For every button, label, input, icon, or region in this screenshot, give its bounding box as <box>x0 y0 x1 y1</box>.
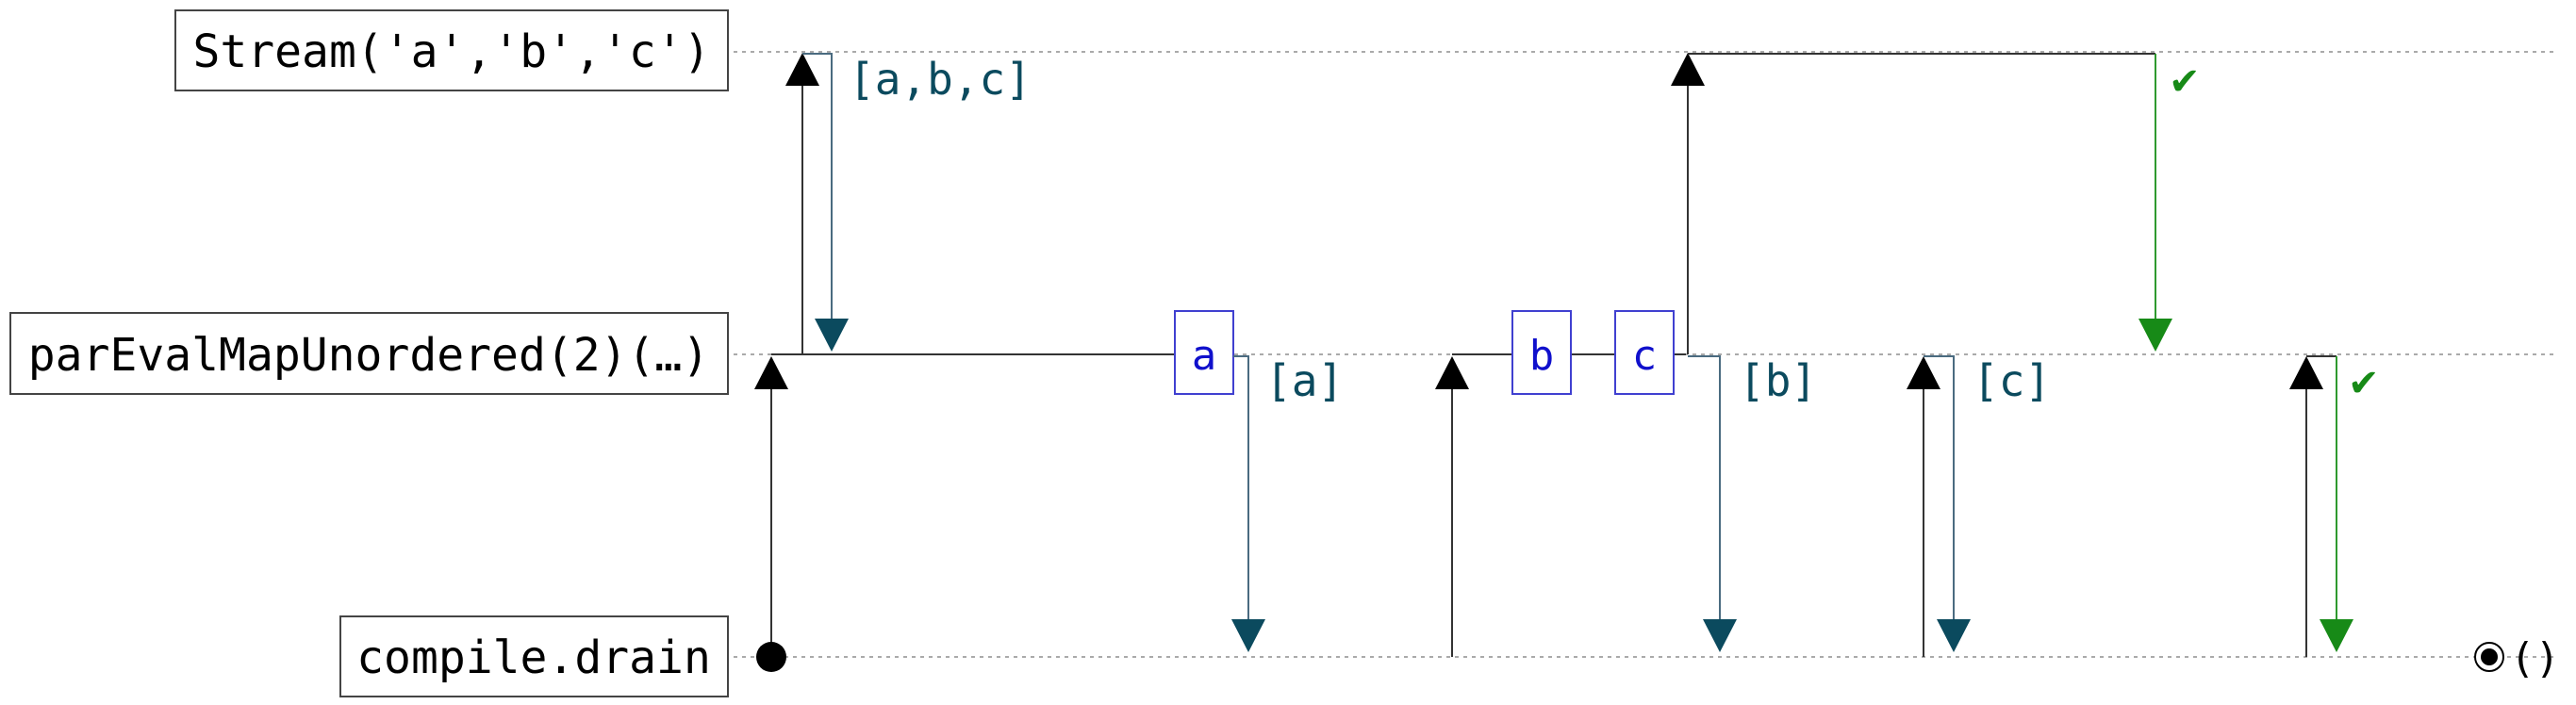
emit-arrow-head <box>1937 619 1971 652</box>
pull-arrow-head <box>785 53 819 86</box>
pull-drain-to-pareval-2 <box>1435 356 1469 657</box>
pull-pareval-to-stream-1 <box>785 53 819 354</box>
drain-result-label: () <box>2510 634 2560 682</box>
element-c: c <box>1614 310 1675 395</box>
emit-arrow-head <box>1231 619 1265 652</box>
lane-drain-label: compile.drain <box>356 631 711 684</box>
done-mark-pareval: ✔ <box>2348 362 2380 405</box>
emit-pareval-chunk-a: [a] <box>1231 355 1344 652</box>
chunk-label-c: [c] <box>1973 355 2051 406</box>
pull-arrow-head <box>754 356 788 389</box>
element-b-label: b <box>1529 332 1555 380</box>
pull-arrow-head <box>2289 356 2323 389</box>
pull-arrow-head <box>1907 356 1940 389</box>
done-pareval-to-drain: ✔ <box>2306 355 2380 652</box>
chunk-label-abc: [a,b,c] <box>849 54 1032 105</box>
chunk-label-a: [a] <box>1265 355 1344 406</box>
emit-arrow-line <box>1924 355 1955 626</box>
element-a-label: a <box>1192 332 1217 380</box>
pull-drain-to-pareval-3 <box>1907 356 1940 657</box>
emit-arrow-head <box>1703 619 1737 652</box>
pull-arrow-head <box>1435 356 1469 389</box>
stream-sequence-diagram: Stream('a','b','c') parEvalMapUnordered(… <box>9 9 2560 697</box>
element-b: b <box>1511 310 1572 395</box>
pull-drain-to-pareval-1 <box>754 356 788 657</box>
chunk-label-b: [b] <box>1739 355 1817 406</box>
done-arrow-head <box>2138 319 2172 352</box>
emit-stream-chunk-abc: [a,b,c] <box>802 53 1032 352</box>
element-c-label: c <box>1632 332 1658 380</box>
emit-pareval-chunk-b: [b] <box>1688 355 1817 652</box>
done-stream-to-pareval: ✔ <box>1688 53 2201 352</box>
drain-end-marker <box>2474 642 2504 672</box>
drain-start-dot <box>756 642 786 672</box>
element-a: a <box>1174 310 1234 395</box>
lane-stream-label: Stream('a','b','c') <box>192 25 710 78</box>
pull-pareval-to-stream-2 <box>1671 53 1705 354</box>
pull-drain-to-pareval-4 <box>2289 356 2323 657</box>
lane-pareval-label: parEvalMapUnordered(2)(…) <box>28 329 709 382</box>
lane-stream: Stream('a','b','c') <box>174 9 729 91</box>
lane-pareval: parEvalMapUnordered(2)(…) <box>9 312 729 395</box>
emit-arrow-line <box>1688 355 1721 626</box>
done-arrow-head <box>2320 619 2353 652</box>
pull-arrow-head <box>1671 53 1705 86</box>
done-mark-stream: ✔ <box>2169 60 2201 104</box>
emit-pareval-chunk-c: [c] <box>1924 355 2051 652</box>
emit-arrow-line <box>1233 355 1249 626</box>
emit-arrow-head <box>815 319 849 352</box>
lane-drain: compile.drain <box>339 615 729 697</box>
emit-arrow-line <box>802 53 833 325</box>
end-marker-inner-dot <box>2481 648 2498 665</box>
